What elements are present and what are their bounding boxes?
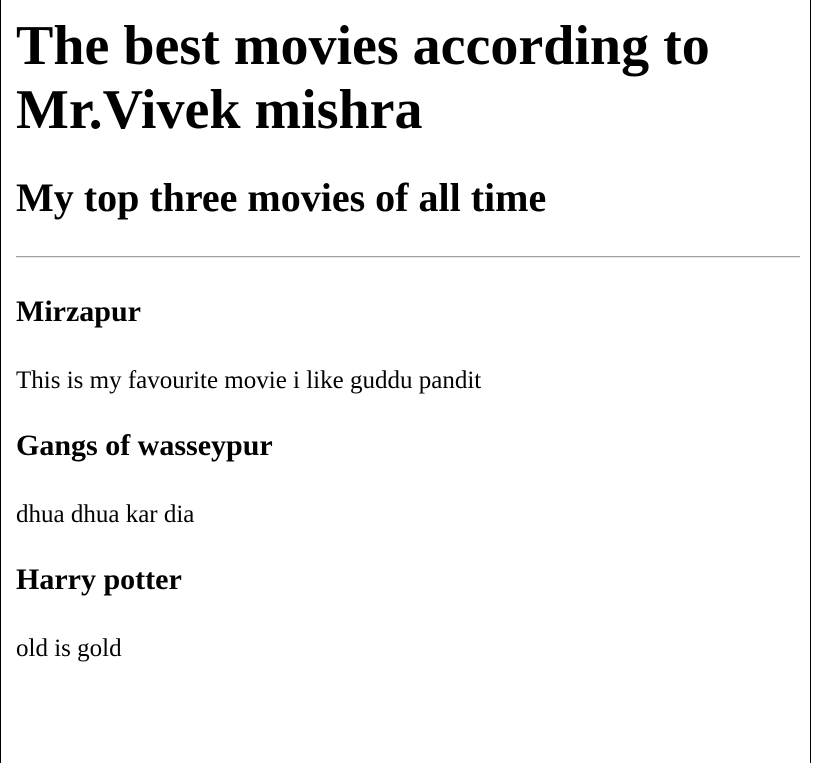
movie-description: old is gold: [16, 635, 122, 662]
page-frame: The best movies according to Mr.Vivek mi…: [0, 0, 811, 763]
movie-title: Gangs of wasseypur: [16, 429, 273, 462]
movie-item-harry-potter: Harry potter old is gold: [16, 562, 800, 664]
movie-item-gangs-of-wasseypur: Gangs of wasseypur dhua dhua kar dia: [16, 428, 800, 530]
movie-description: This is my favourite movie i like guddu …: [16, 367, 482, 394]
movie-title: Mirzapur: [16, 295, 141, 328]
movie-title: Harry potter: [16, 563, 182, 596]
page-subtitle: My top three movies of all time: [16, 175, 547, 220]
movie-description: dhua dhua kar dia: [16, 501, 195, 528]
page-content: The best movies according to Mr.Vivek mi…: [16, 0, 800, 664]
page-title: The best movies according to Mr.Vivek mi…: [16, 15, 710, 141]
movie-item-mirzapur: Mirzapur This is my favourite movie i li…: [16, 294, 800, 396]
section-divider: [16, 256, 800, 258]
